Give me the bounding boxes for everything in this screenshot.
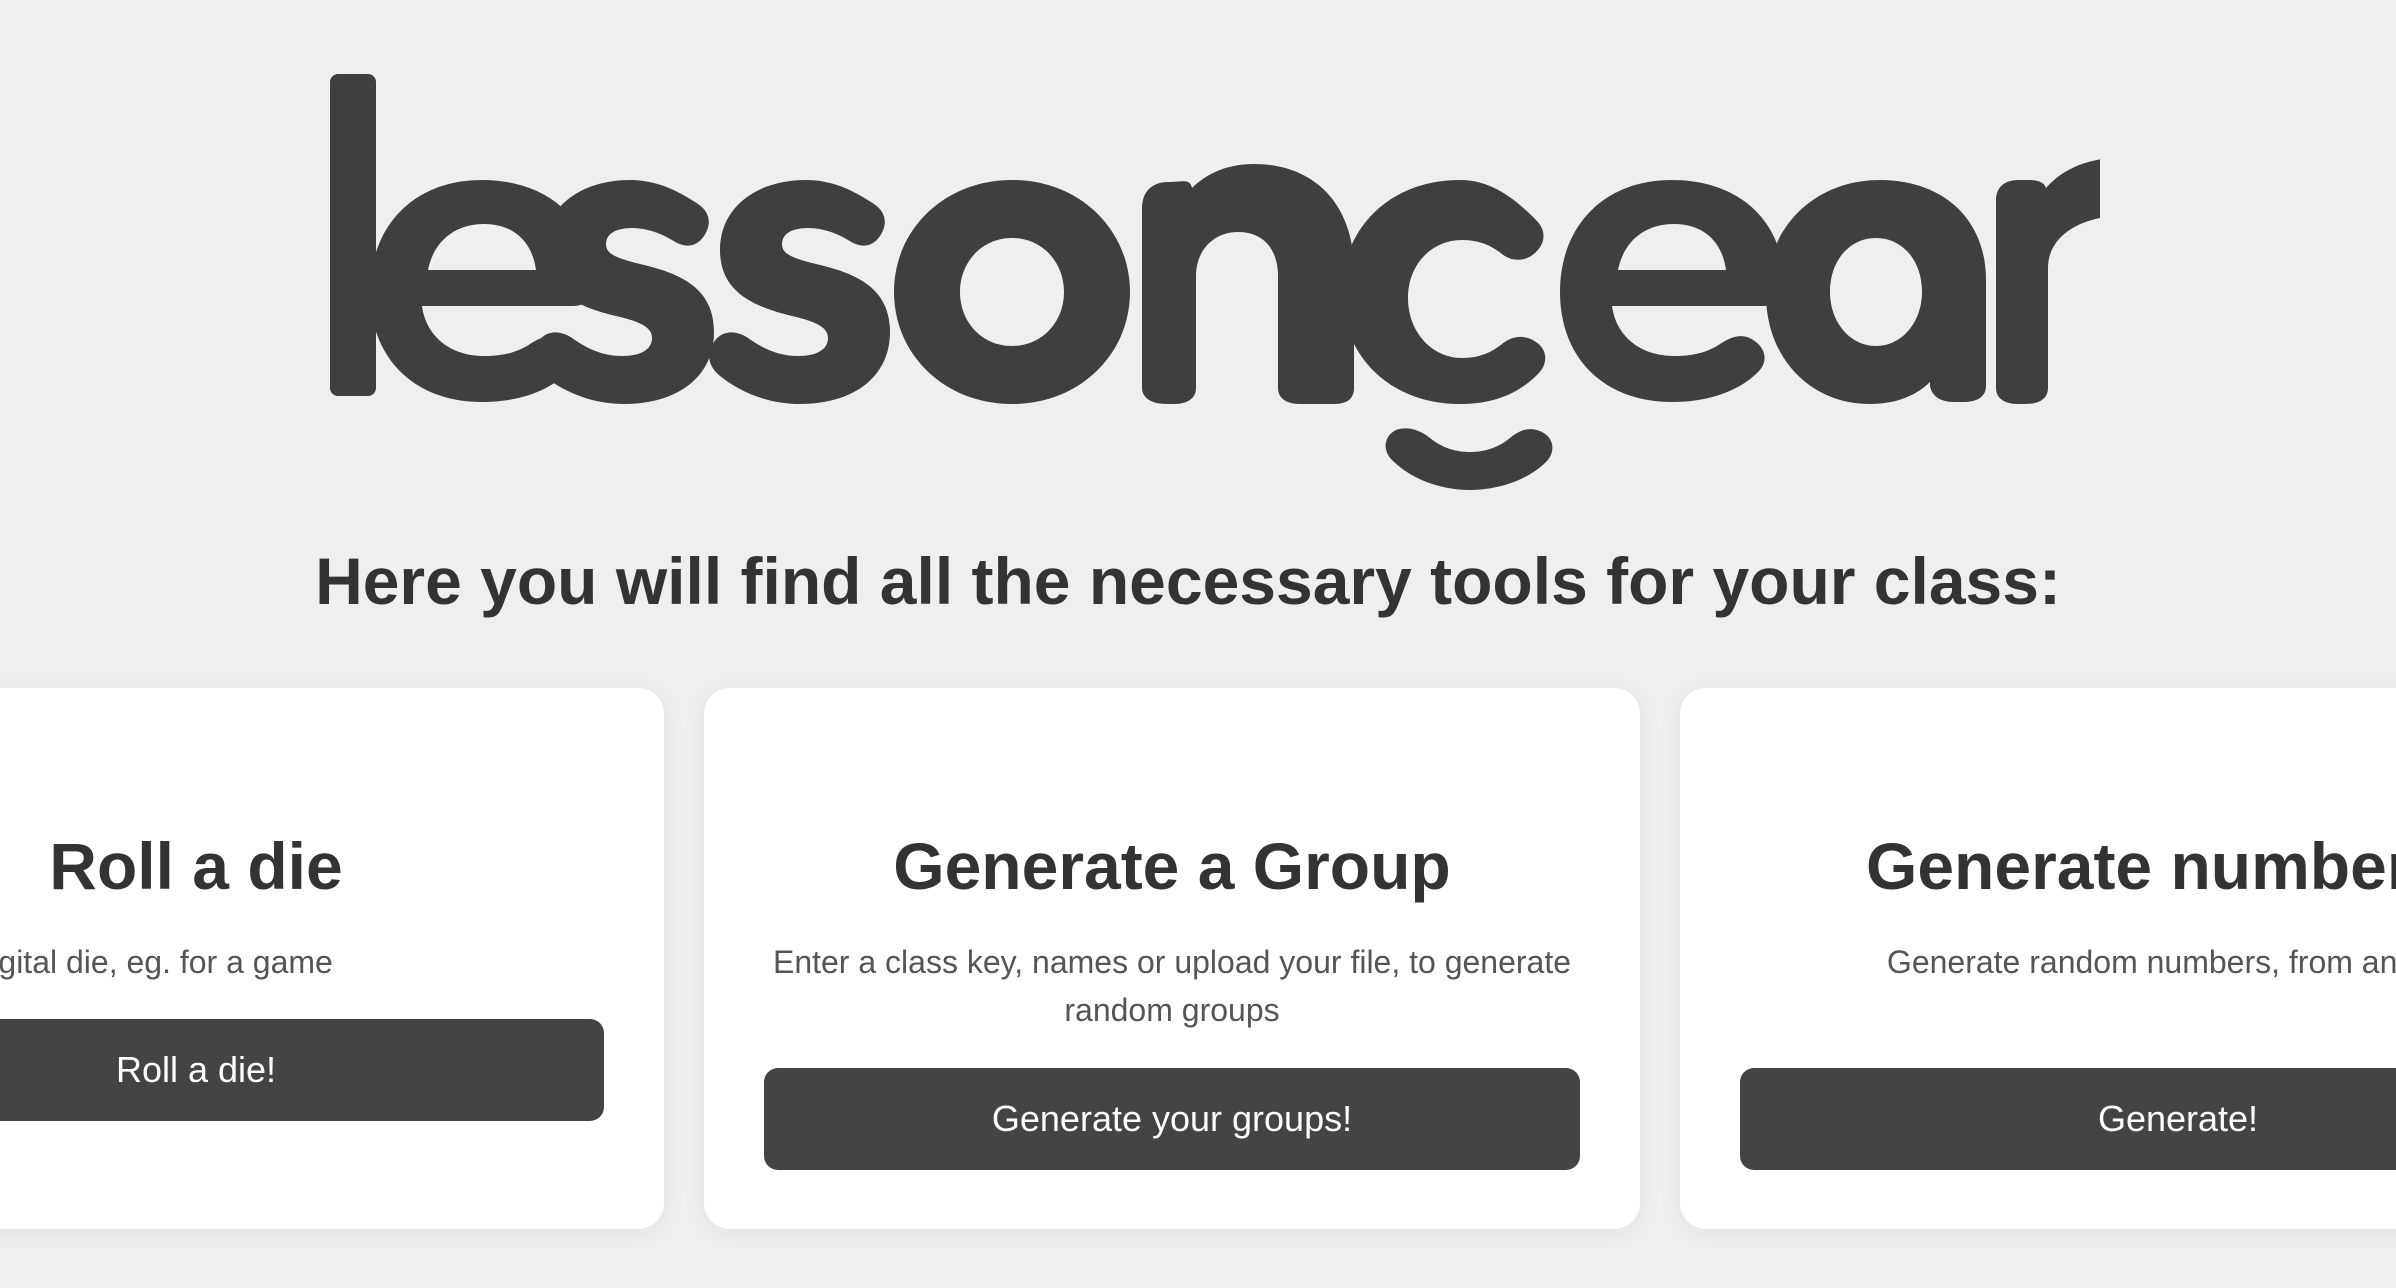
- tool-card-generate-group: Generate a Group Enter a class key, name…: [704, 688, 1640, 1229]
- card-description: Enter a class key, names or upload your …: [772, 944, 1572, 1028]
- generate-groups-button-label: Generate your groups!: [991, 1098, 1353, 1139]
- card-title: Roll a die: [49, 829, 343, 903]
- card-description: can throw a digital die, eg. for a game: [0, 944, 333, 980]
- page: Here you will find all the necessary too…: [0, 0, 2396, 1288]
- generate-groups-button[interactable]: Generate your groups!: [764, 1068, 1580, 1170]
- page-tagline: Here you will find all the necessary too…: [315, 544, 2061, 618]
- card-title: Generate number: [1866, 829, 2396, 903]
- lessongear-logo: [330, 74, 2100, 490]
- generate-numbers-button[interactable]: Generate!: [1740, 1068, 2396, 1170]
- card-title: Generate a Group: [893, 829, 1451, 903]
- tool-card-roll-die: Roll a die can throw a digital die, eg. …: [0, 688, 664, 1229]
- card-description: Generate random numbers, from any numbe …: [1886, 944, 2396, 980]
- tool-card-generate-numbers: Generate number Generate random numbers,…: [1680, 688, 2396, 1229]
- roll-die-button-label: Roll a die!: [115, 1049, 277, 1090]
- roll-die-button[interactable]: Roll a die!: [0, 1019, 604, 1121]
- logo-letters: [330, 74, 2100, 490]
- generate-numbers-button-label: Generate!: [2097, 1098, 2259, 1139]
